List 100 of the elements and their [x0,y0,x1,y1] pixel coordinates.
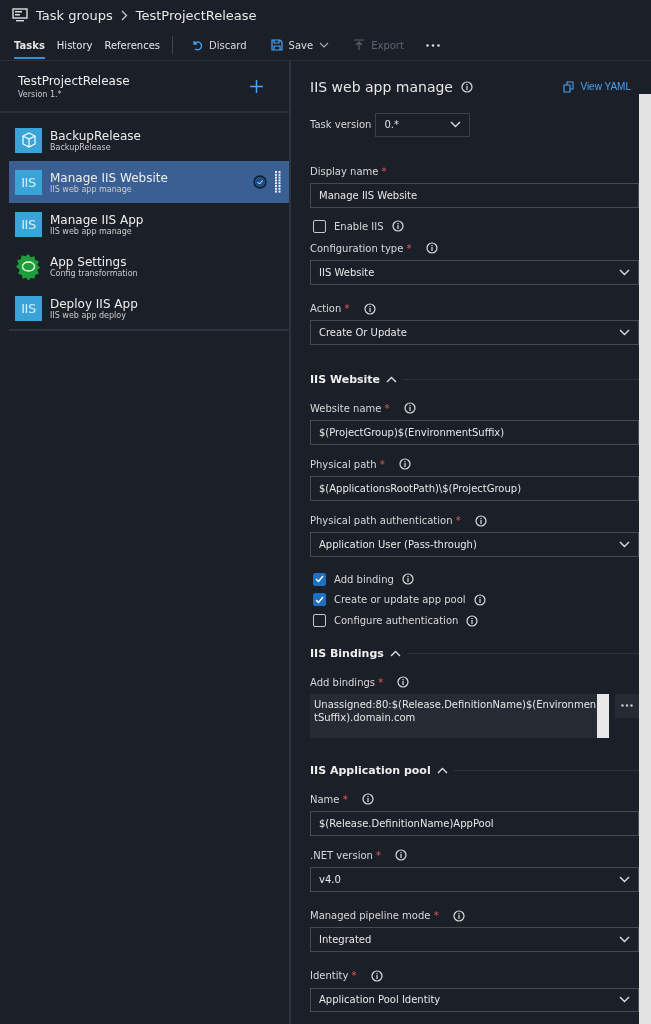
checkbox[interactable] [313,219,326,233]
task-item[interactable]: App Settings Config transformation [9,245,289,287]
dropdown[interactable]: Application User (Pass-through) [310,532,639,557]
info-icon[interactable] [473,593,486,606]
dropdown[interactable]: Application Pool Identity [310,987,639,1013]
task-heading: IIS web app manage [310,78,453,95]
chevron-up-icon[interactable] [436,767,448,775]
chevron-down-icon [619,875,630,883]
toolbar-button[interactable]: Save [264,39,336,51]
field-label: Physical path authentication * [310,515,461,527]
checkbox-label: Enable IIS [334,220,384,232]
chevron-down-icon [619,936,630,944]
info-icon[interactable] [397,676,410,689]
toolbar-button[interactable]: Discard [185,39,253,51]
upload-icon [353,39,366,51]
task-subtitle: IIS web app manage [50,226,132,236]
checkbox-label: Create or update app pool [334,594,466,606]
save-icon [270,39,283,51]
more-icon [621,704,633,708]
field-label: Website name * [310,402,390,414]
text-input[interactable]: $(Release.DefinitionName)AppPool [310,810,639,836]
info-icon[interactable] [474,514,487,527]
undo-icon [191,39,203,51]
task-title: Deploy IIS App [50,296,139,311]
field-label: Add bindings * [310,676,384,688]
info-icon[interactable] [361,793,374,806]
view-yaml-link[interactable]: View YAML [563,80,631,93]
dropdown[interactable]: v4.0 [310,867,639,892]
field-label: Identity * [310,970,357,982]
task-item[interactable]: IIS Manage IIS App IIS web app manage [9,203,289,245]
field-label: Configuration type * [310,242,412,254]
monitor-icon [12,8,28,22]
info-icon[interactable] [398,458,411,471]
iis-icon: IIS [15,211,42,237]
chevron-down-icon [619,329,630,337]
scrollbar[interactable] [597,693,609,738]
task-title: App Settings [50,254,127,269]
dropdown[interactable]: 0.* [375,112,471,137]
breadcrumb-item[interactable]: Task groups [36,7,113,23]
task-title: Manage IIS Website [50,170,169,185]
chevron-down-icon [619,268,630,276]
checkbox-label: Add binding [334,573,394,585]
dropdown[interactable]: Create Or Update [310,320,639,345]
section-title: IIS Application pool [310,764,431,778]
field-label: .NET version * [310,849,382,861]
dropdown[interactable]: Integrated [310,927,639,952]
info-icon[interactable] [370,969,383,982]
tab[interactable]: History [56,31,93,59]
task-item[interactable]: BackupRelease BackupRelease [9,119,289,161]
field-label: Task version [310,119,372,131]
text-input[interactable]: $(ApplicationsRootPath)\$(ProjectGroup) [310,476,639,501]
checkbox[interactable] [313,614,326,628]
task-item[interactable]: IIS Manage IIS Website IIS web app manage [9,161,289,203]
info-icon[interactable] [401,573,414,586]
task-item[interactable]: IIS Deploy IIS App IIS web app deploy [9,287,289,329]
clipboard-icon [563,80,575,93]
info-icon[interactable] [395,849,408,862]
chevron-up-icon[interactable] [389,650,401,658]
task-subtitle: IIS web app deploy [50,310,126,320]
tab[interactable]: Tasks [14,31,45,59]
check-circle-icon [253,175,267,189]
chevron-up-icon[interactable] [386,376,398,384]
drag-handle-icon[interactable] [275,171,281,193]
field-label: Name * [310,793,348,805]
chevron-down-icon [619,996,630,1004]
task-title: Manage IIS App [50,212,145,227]
gear-icon [15,252,42,280]
chevron-down-icon [450,121,462,129]
chevron-down-icon [619,541,630,549]
info-icon[interactable] [452,909,465,922]
field-label: Physical path * [310,458,385,470]
breadcrumb-item[interactable]: TestProjectRelease [135,7,257,23]
info-icon[interactable] [403,402,416,415]
checkbox[interactable] [313,593,326,607]
add-icon[interactable] [250,79,263,93]
field-label: Action * [310,303,350,314]
task-subtitle: IIS web app manage [50,184,133,194]
task-subtitle: Config transformation [50,268,139,278]
group-version: Version 1.* [18,89,63,99]
iis-icon: IIS [15,295,42,321]
info-icon[interactable] [391,220,404,233]
info-icon[interactable] [460,80,473,93]
text-area[interactable]: Unassigned:80:$(Release.DefinitionName)$(EnvironmentSuffix).domain.com [310,693,609,738]
info-icon[interactable] [363,302,376,315]
group-name: TestProjectRelease [18,73,130,88]
dropdown[interactable]: IIS Website [310,260,639,285]
scrollbar[interactable] [639,94,651,1024]
field-label: Managed pipeline mode * [310,910,439,921]
info-icon[interactable] [425,242,438,255]
task-title: BackupRelease [50,128,142,143]
chevron-right-icon [120,9,128,21]
more-button[interactable] [615,693,639,718]
text-input[interactable]: $(ProjectGroup)$(EnvironmentSuffix) [310,419,639,445]
tab[interactable]: References [104,31,160,59]
text-input[interactable]: Manage IIS Website [310,183,639,208]
task-subtitle: BackupRelease [50,142,111,152]
info-icon[interactable] [466,614,479,627]
field-label: Display name * [310,165,387,177]
section-title: IIS Website [310,373,381,387]
checkbox[interactable] [313,572,326,586]
